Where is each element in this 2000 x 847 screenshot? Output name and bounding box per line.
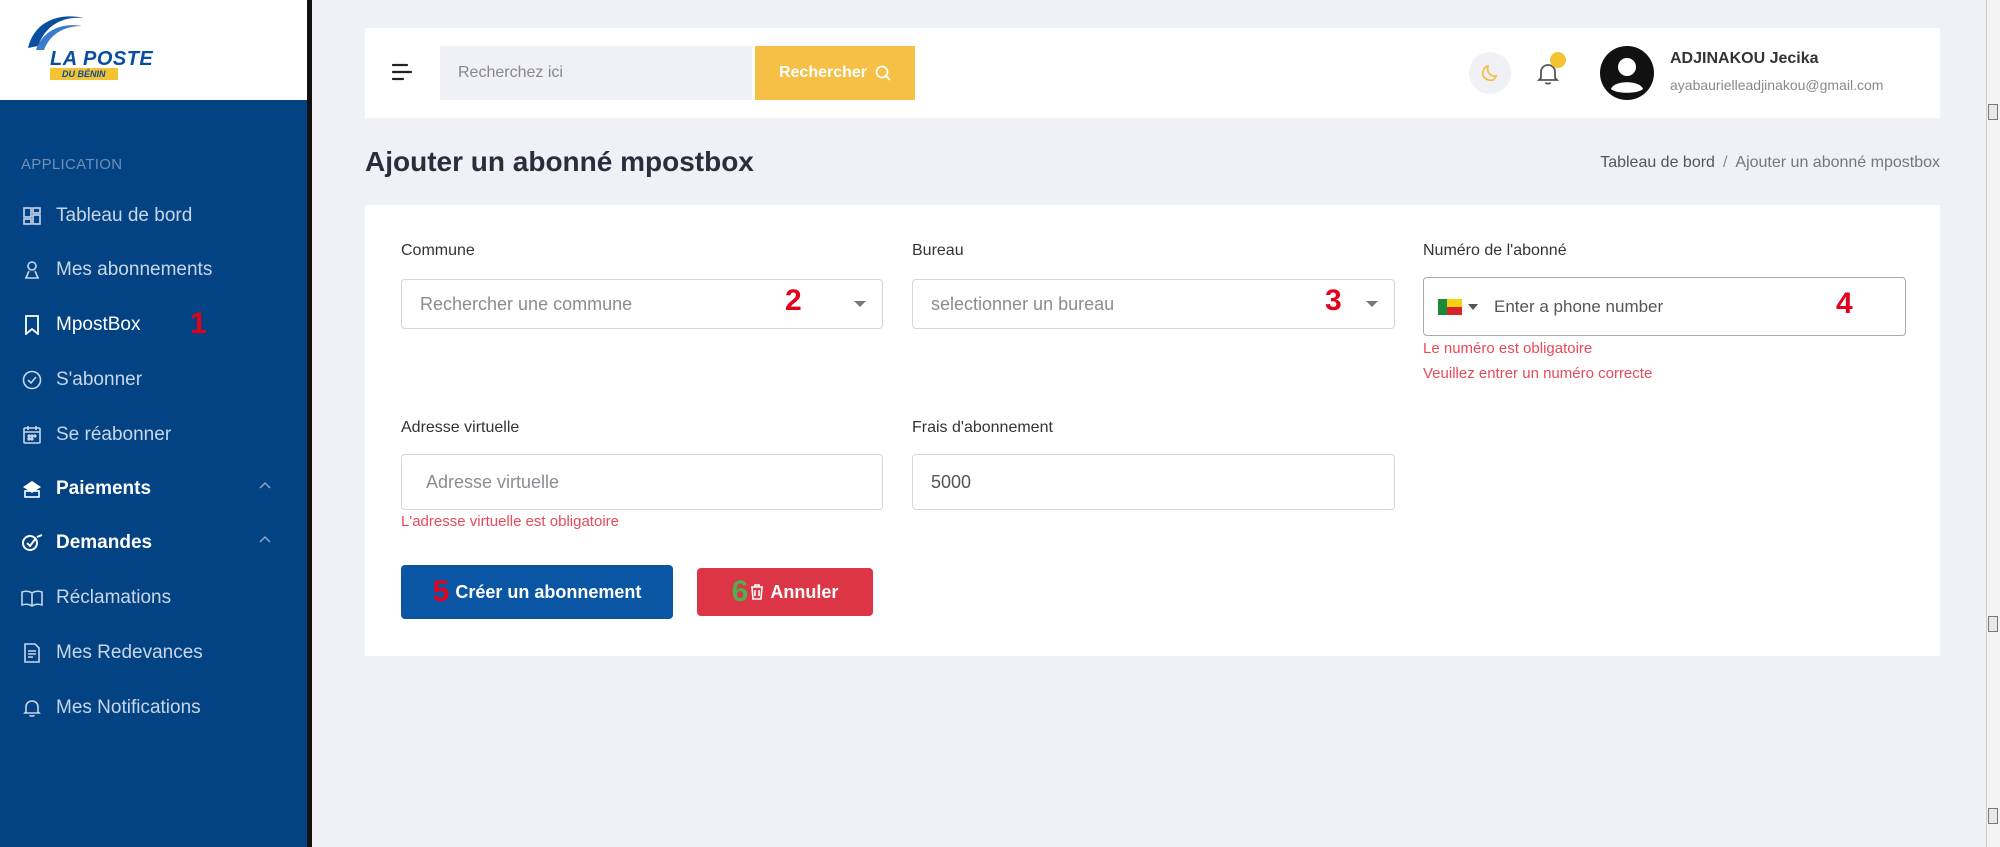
sidebar-item-label: Mes abonnements (56, 259, 213, 280)
sidebar-item-notifications[interactable]: Mes Notifications (0, 688, 307, 728)
search-button-label: Rechercher (778, 64, 868, 81)
commune-label: Commune (401, 242, 475, 259)
bookmark-icon (21, 314, 43, 336)
window-scrollbar[interactable] (1986, 0, 2000, 847)
fee-input[interactable]: 5000 (912, 454, 1395, 510)
book-icon (21, 587, 43, 609)
phone-label: Numéro de l'abonné (1423, 242, 1567, 259)
phone-error-required: Le numéro est obligatoire (1423, 340, 1593, 357)
section-label: APPLICATION (21, 156, 123, 173)
sidebar-item-claims[interactable]: Réclamations (0, 578, 307, 618)
annotation-marker: 4 (1836, 287, 1853, 320)
search-icon (875, 65, 891, 81)
sidebar-item-label: Se réabonner (56, 424, 172, 445)
cancel-button[interactable]: 6 Annuler (697, 568, 873, 616)
user-name: ADJINAKOU Jecika (1670, 50, 1819, 67)
trash-icon (751, 584, 764, 600)
chevron-up-icon[interactable] (259, 535, 271, 543)
dashboard-icon (21, 205, 43, 227)
sidebar-item-label: MpostBox (56, 314, 141, 335)
calendar-icon (21, 424, 43, 446)
bureau-placeholder: selectionner un bureau (931, 293, 1115, 314)
benin-flag-icon[interactable] (1438, 298, 1462, 315)
sidebar-item-subscribe[interactable]: S'abonner (0, 360, 307, 400)
cancel-label: Annuler (770, 581, 839, 602)
avatar[interactable] (1600, 46, 1654, 100)
scroll-marker (1988, 808, 1998, 824)
annotation-marker: 6 (731, 575, 749, 608)
commune-select[interactable]: Rechercher une commune 2 (401, 279, 883, 329)
sidebar-item-fees[interactable]: Mes Redevances (0, 633, 307, 673)
subscription-form: Commune Rechercher une commune 2 Bureau … (365, 205, 1940, 656)
sidebar-item-label: Paiements (56, 478, 152, 499)
breadcrumb-home[interactable]: Tableau de bord (1600, 154, 1715, 171)
payment-icon (21, 478, 43, 500)
annotation-marker: 5 (432, 575, 450, 608)
phone-placeholder: Enter a phone number (1494, 296, 1664, 316)
sidebar-item-label: Tableau de bord (56, 205, 193, 226)
logo[interactable]: LA POSTE DU BÉNIN (0, 0, 307, 100)
breadcrumb: Tableau de bord / Ajouter un abonné mpostb… (1600, 154, 1940, 172)
sidebar-item-dashboard[interactable]: Tableau de bord (0, 196, 307, 236)
sidebar-item-requests[interactable]: Demandes (0, 523, 307, 563)
page-title: Ajouter un abonné mpostbox (365, 146, 754, 177)
subscriptions-icon (21, 259, 43, 281)
logo-subtitle: DU BÉNIN (50, 68, 118, 80)
sidebar-item-label: Demandes (56, 532, 153, 553)
chevron-down-icon[interactable] (1468, 303, 1478, 310)
chevron-up-icon[interactable] (259, 481, 271, 489)
sidebar-item-label: Mes Redevances (56, 642, 203, 663)
sidebar-item-payments[interactable]: Paiements (0, 469, 307, 509)
chevron-down-icon (854, 301, 866, 307)
search-input[interactable]: Recherchez ici (440, 46, 752, 100)
sidebar-item-subscriptions[interactable]: Mes abonnements (0, 250, 307, 290)
phone-input[interactable]: Enter a phone number 4 (1423, 277, 1906, 336)
sidebar-item-label: S'abonner (56, 369, 143, 390)
virtual-address-error: L'adresse virtuelle est obligatoire (401, 513, 619, 530)
breadcrumb-current: Ajouter un abonné mpostbox (1735, 154, 1940, 171)
annotation-marker: 1 (190, 307, 207, 340)
create-subscription-button[interactable]: 5 Créer un abonnement (401, 565, 673, 619)
chevron-down-icon (1366, 301, 1378, 307)
breadcrumb-separator: / (1722, 154, 1728, 171)
sidebar-item-label: Réclamations (56, 587, 172, 608)
sidebar-item-mpostbox[interactable]: MpostBox 1 (0, 305, 307, 345)
scroll-marker (1988, 616, 1998, 632)
bureau-label: Bureau (912, 242, 964, 259)
check-circle-icon (21, 369, 43, 391)
fee-label: Frais d'abonnement (912, 419, 1053, 436)
bureau-select[interactable]: selectionner un bureau 3 (912, 279, 1395, 329)
moon-icon (1481, 64, 1498, 82)
commune-placeholder: Rechercher une commune (420, 293, 633, 314)
sidebar-item-label: Mes Notifications (56, 697, 201, 718)
phone-error-invalid: Veuillez entrer un numéro correcte (1423, 365, 1653, 382)
sidebar: LA POSTE DU BÉNIN APPLICATION Tableau de… (0, 0, 312, 847)
document-icon (21, 642, 43, 664)
hamburger-menu-icon[interactable] (391, 62, 413, 82)
create-subscription-label: Créer un abonnement (455, 581, 642, 602)
virtual-address-input[interactable]: Adresse virtuelle (401, 454, 883, 510)
top-header: Recherchez ici Rechercher ADJINAKOU Jeci… (365, 28, 1940, 118)
search-button[interactable]: Rechercher (755, 46, 915, 100)
bell-icon (21, 697, 43, 719)
annotation-marker: 2 (785, 284, 802, 317)
dark-mode-toggle[interactable] (1469, 52, 1511, 94)
sidebar-item-resubscribe[interactable]: Se réabonner (0, 415, 307, 455)
scroll-marker (1988, 104, 1998, 120)
user-email: ayabaurielleadjinakou@gmail.com (1670, 77, 1884, 93)
requests-icon (21, 532, 43, 554)
notification-badge (1550, 52, 1566, 68)
annotation-marker: 3 (1325, 284, 1342, 317)
virtual-address-label: Adresse virtuelle (401, 419, 520, 436)
